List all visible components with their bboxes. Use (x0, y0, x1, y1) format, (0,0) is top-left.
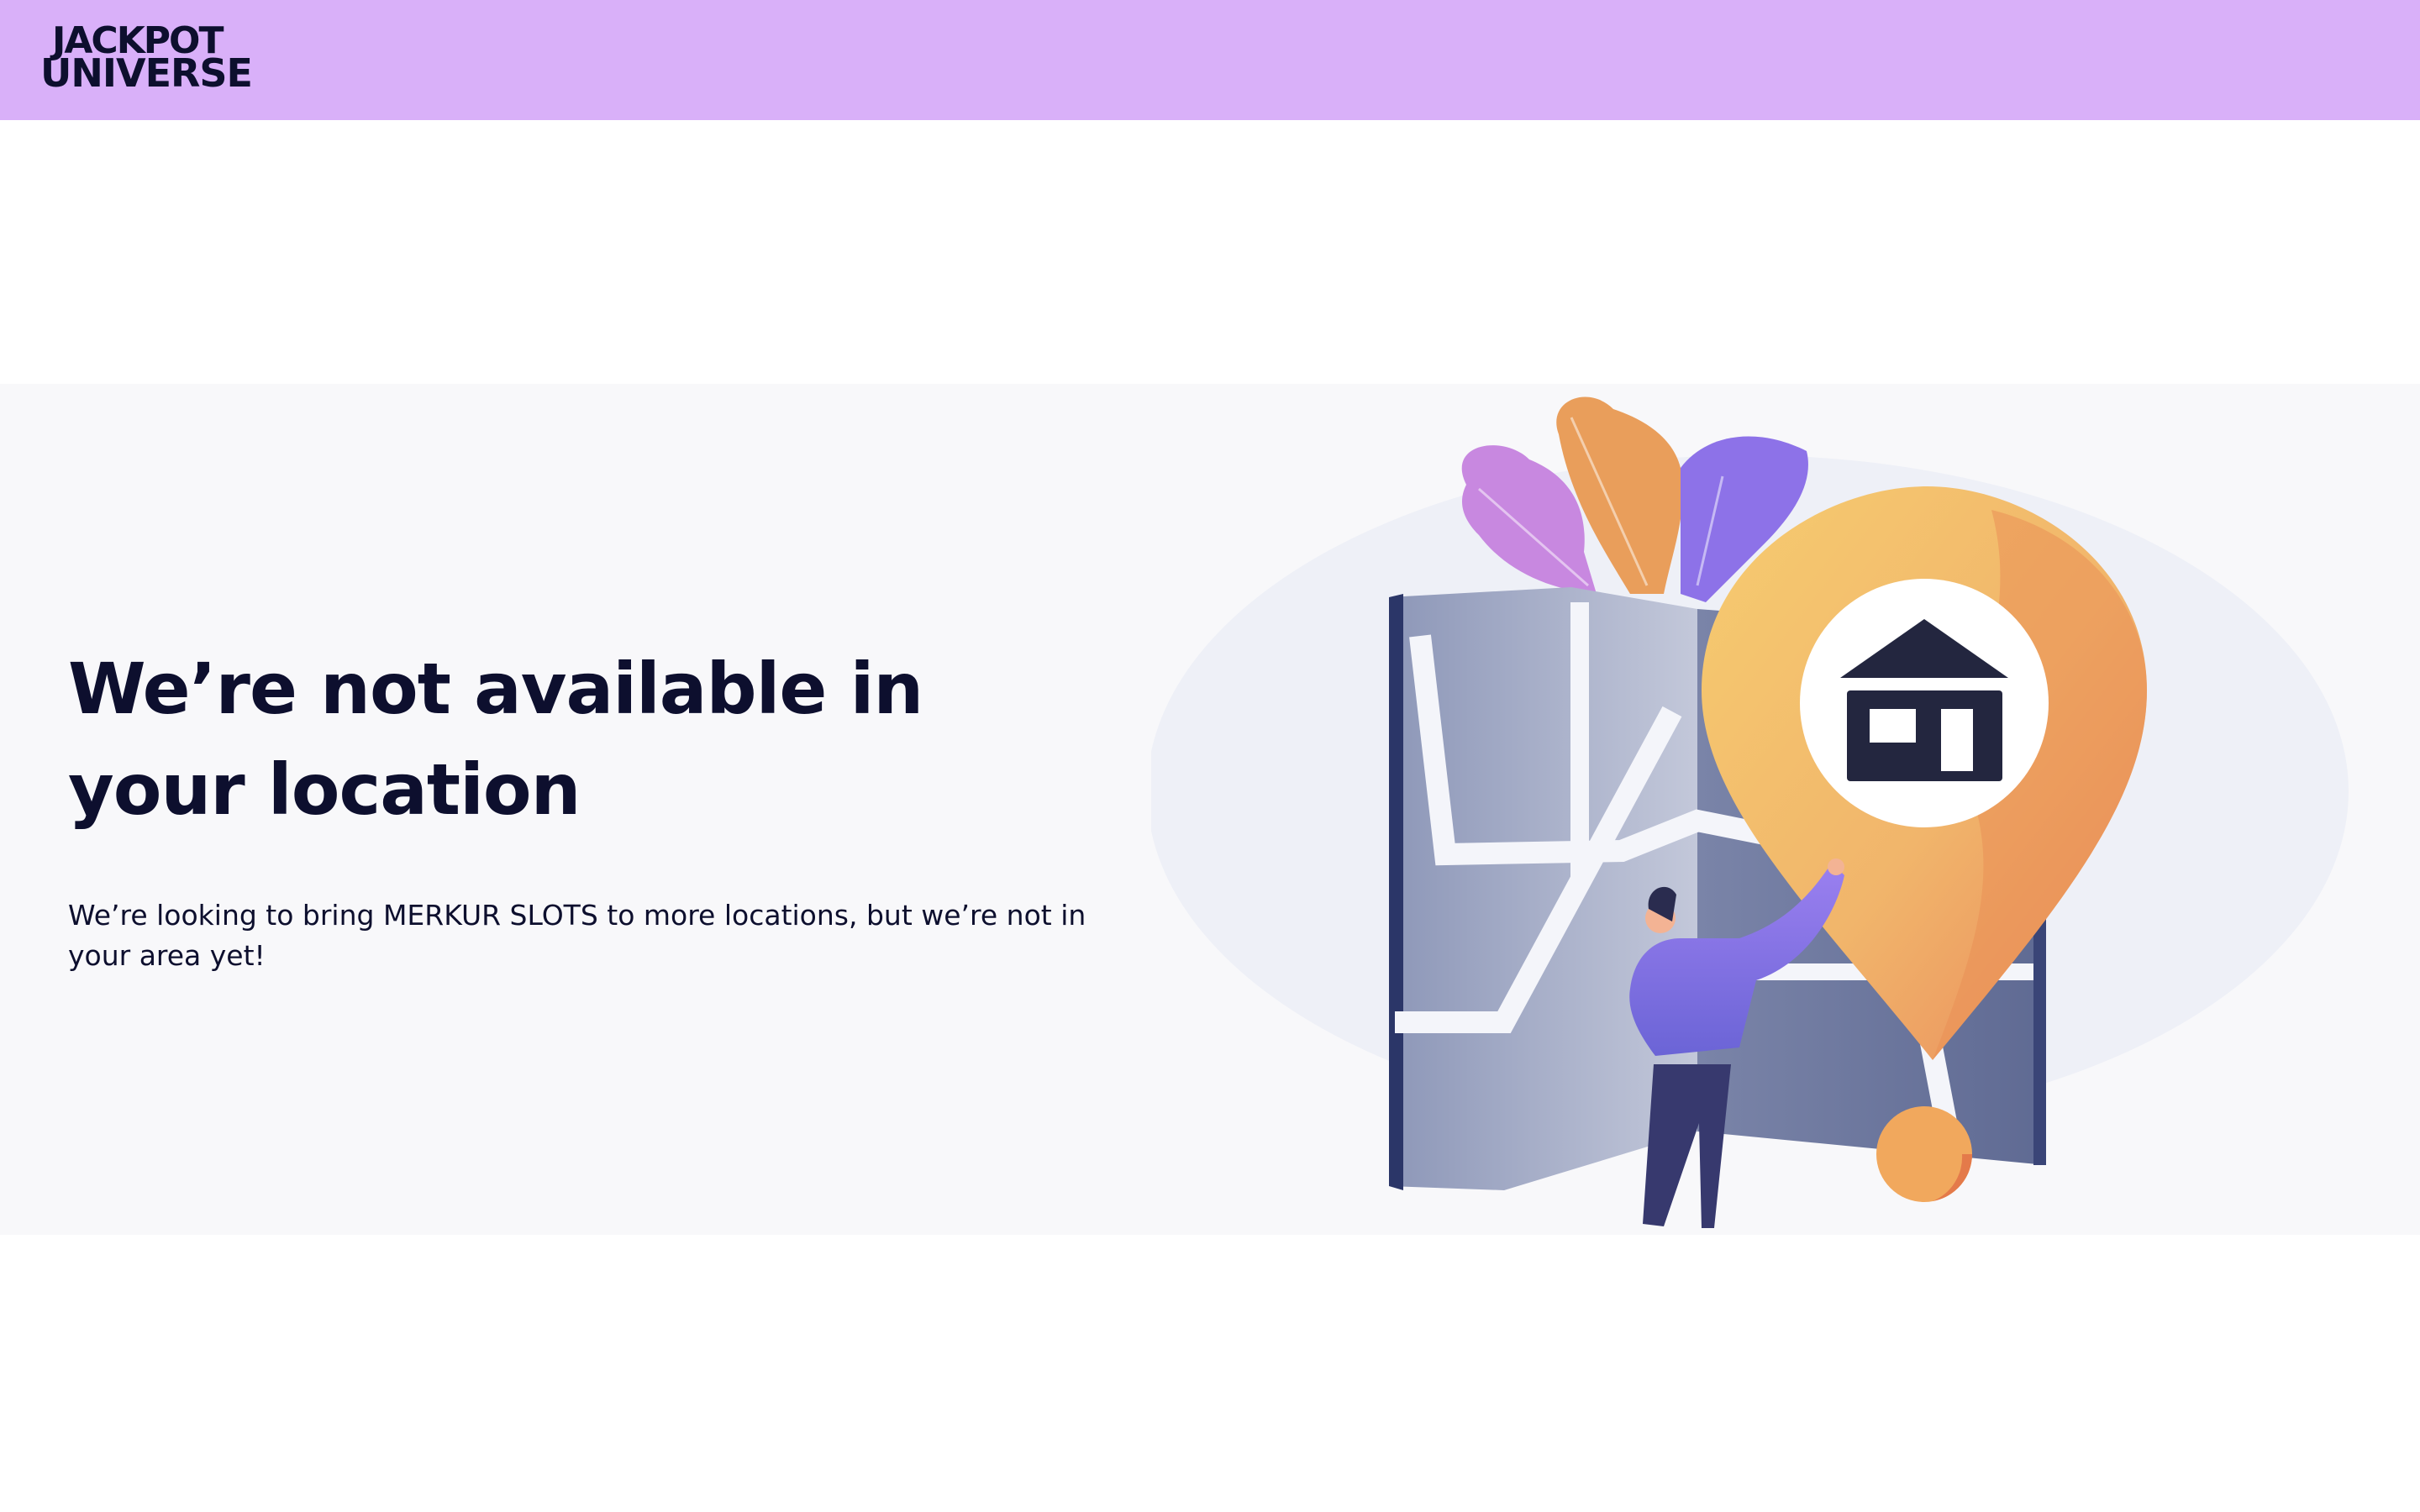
logo-line-2: UNIVERSE (40, 50, 253, 96)
page-title: We’re not available in your location (68, 648, 923, 831)
jackpot-universe-logo[interactable]: JACKPOT UNIVERSE (40, 23, 291, 96)
site-header: JACKPOT UNIVERSE (0, 0, 2420, 120)
location-map-illustration (1151, 396, 2349, 1228)
unavailable-message: We’re looking to bring MERKUR SLOTS to m… (68, 899, 1086, 972)
